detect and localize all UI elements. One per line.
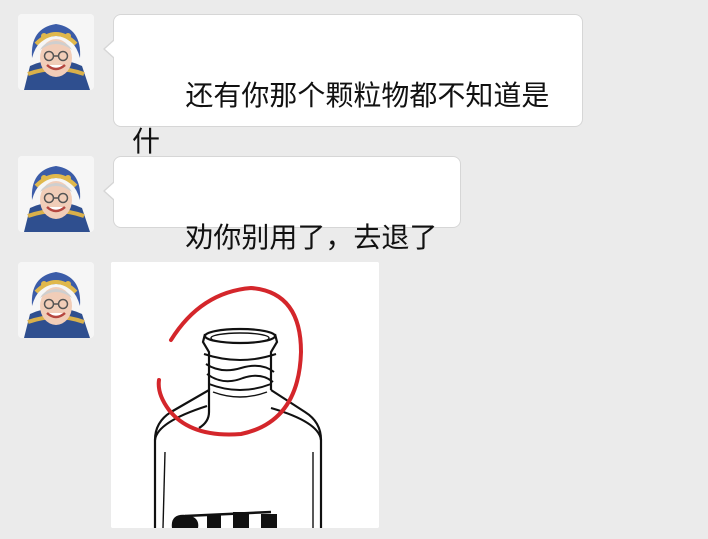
- sender-avatar[interactable]: [18, 14, 94, 90]
- chat-conversation: 还有你那个颗粒物都不知道是什 么东东 劝你别用了，去退了吧: [0, 0, 708, 539]
- woman-headscarf-avatar-icon: [18, 156, 94, 232]
- sender-avatar[interactable]: [18, 262, 94, 338]
- woman-headscarf-avatar-icon: [18, 14, 94, 90]
- sender-avatar[interactable]: [18, 156, 94, 232]
- circled-bottle-neck-sketch-icon: [111, 262, 379, 528]
- image-message[interactable]: [111, 262, 379, 528]
- message-bubble[interactable]: 还有你那个颗粒物都不知道是什 么东东: [103, 14, 583, 204]
- woman-headscarf-avatar-icon: [18, 262, 94, 338]
- message-bubble[interactable]: 劝你别用了，去退了吧: [103, 156, 461, 300]
